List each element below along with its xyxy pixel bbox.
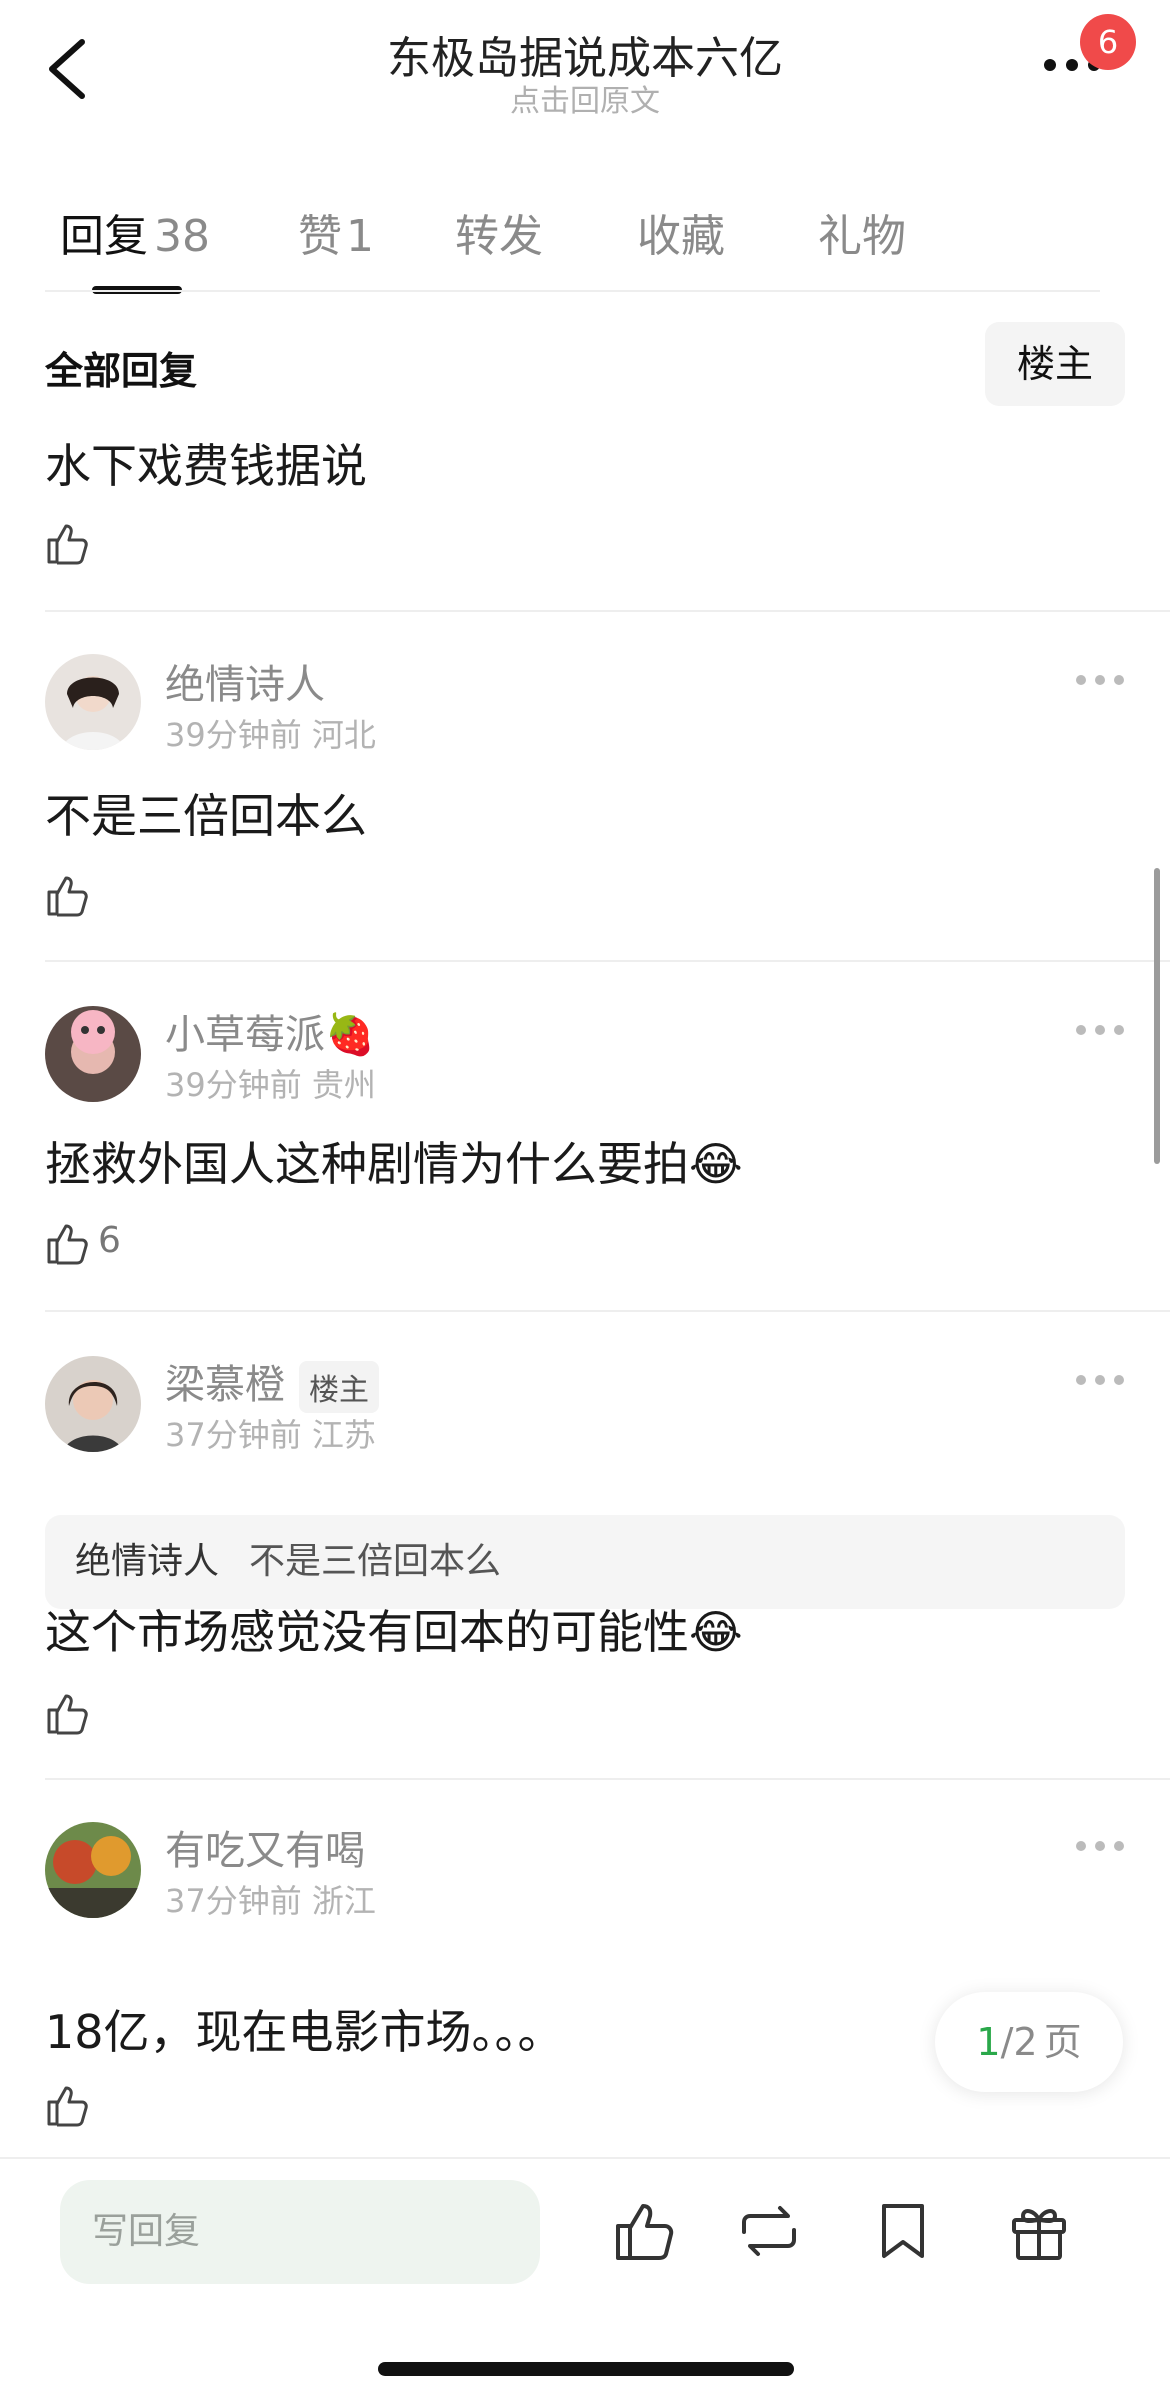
tab-label: 礼物 <box>818 211 906 262</box>
comment-meta: 37分钟前 浙江 <box>165 1876 376 1922</box>
bookmark-icon[interactable] <box>870 2198 936 2264</box>
tab-likes[interactable]: 赞1 <box>298 200 374 264</box>
comment-text: 拯救外国人这种剧情为什么要拍 <box>45 1137 689 1191</box>
username-text: 小草莓派 <box>165 1012 325 1058</box>
tab-favorites[interactable]: 收藏 <box>637 200 725 264</box>
username[interactable]: 小草莓派🍓 <box>165 1002 375 1060</box>
back-to-original-link[interactable]: 点击回原文 <box>0 76 1170 120</box>
comment-content: 拯救外国人这种剧情为什么要拍😂 <box>45 1128 743 1194</box>
avatar[interactable] <box>45 654 141 750</box>
scrollbar[interactable] <box>1154 868 1160 1164</box>
divider <box>45 960 1170 962</box>
like-icon[interactable] <box>45 1690 91 1736</box>
quoted-reply[interactable]: 绝情诗人 不是三倍回本么 <box>45 1515 1125 1609</box>
owner-badge: 楼主 <box>299 1361 379 1413</box>
comment-options-icon[interactable] <box>1075 1024 1125 1036</box>
tab-gifts[interactable]: 礼物 <box>818 200 906 264</box>
comment-options-icon[interactable] <box>1075 1840 1125 1852</box>
page-unit: 页 <box>1043 2020 1082 2064</box>
total-pages: /2 <box>1000 2020 1038 2064</box>
quoted-username: 绝情诗人 <box>75 1541 220 1582</box>
comment-location: 浙江 <box>311 1882 376 1920</box>
comment-content: 18亿，现在电影市场。。。 <box>45 2005 564 2059</box>
current-page: 1 <box>976 2020 1001 2064</box>
tab-label: 转发 <box>455 211 543 262</box>
reply-content: 水下戏费钱据说 <box>45 439 367 493</box>
comment-time: 37分钟前 <box>165 1416 302 1454</box>
divider <box>45 610 1170 612</box>
like-icon[interactable] <box>45 872 91 918</box>
comment-content: 不是三倍回本么 <box>45 789 367 843</box>
like-icon[interactable] <box>45 1220 91 1266</box>
comment-content: 这个市场感觉没有回本的可能性😂 <box>45 1596 743 1662</box>
comment-time: 37分钟前 <box>165 1882 302 1920</box>
comment-location: 江苏 <box>311 1416 376 1454</box>
divider <box>45 1778 1170 1780</box>
tab-reposts[interactable]: 转发 <box>455 200 543 264</box>
comment-location: 河北 <box>311 716 376 754</box>
username[interactable]: 有吃又有喝 <box>165 1818 365 1876</box>
comment-time: 39分钟前 <box>165 716 302 754</box>
repost-icon[interactable] <box>736 2198 802 2264</box>
strawberry-emoji-icon: 🍓 <box>325 1012 375 1058</box>
laughing-emoji-icon: 😂 <box>689 1137 743 1191</box>
owner-filter-button[interactable]: 楼主 <box>985 322 1125 406</box>
comment-text: 这个市场感觉没有回本的可能性 <box>45 1605 689 1659</box>
reply-input[interactable]: 写回复 <box>60 2180 540 2284</box>
username[interactable]: 梁慕橙 楼主 <box>165 1352 379 1413</box>
page-indicator[interactable]: 1/2 页 <box>935 1992 1123 2092</box>
section-title: 全部回复 <box>45 349 198 393</box>
like-icon[interactable] <box>45 2082 91 2128</box>
like-icon[interactable] <box>45 520 91 566</box>
tab-count: 1 <box>346 211 374 262</box>
comment-time: 39分钟前 <box>165 1066 302 1104</box>
comment-meta: 39分钟前 贵州 <box>165 1060 376 1106</box>
username-text: 梁慕橙 <box>165 1362 285 1408</box>
comment-meta: 39分钟前 河北 <box>165 710 376 756</box>
laughing-emoji-icon: 😂 <box>689 1605 743 1659</box>
tab-label: 收藏 <box>637 211 725 262</box>
divider <box>45 290 1100 292</box>
tab-label: 回复 <box>60 211 148 262</box>
comment-options-icon[interactable] <box>1075 674 1125 686</box>
tab-count: 38 <box>154 211 210 262</box>
like-count: 6 <box>98 1220 121 1261</box>
comment-location: 贵州 <box>311 1066 376 1104</box>
tab-replies[interactable]: 回复 38 <box>60 200 210 264</box>
username[interactable]: 绝情诗人 <box>165 652 325 710</box>
divider <box>45 1310 1170 1312</box>
gift-icon[interactable] <box>1006 2198 1072 2264</box>
avatar[interactable] <box>45 1356 141 1452</box>
notification-badge: 6 <box>1080 14 1136 70</box>
like-icon[interactable] <box>612 2198 678 2264</box>
home-indicator[interactable] <box>378 2362 794 2376</box>
avatar[interactable] <box>45 1006 141 1102</box>
comment-meta: 37分钟前 江苏 <box>165 1410 376 1456</box>
tab-label: 赞 <box>298 211 342 262</box>
quoted-text: 不是三倍回本么 <box>249 1541 502 1582</box>
avatar[interactable] <box>45 1822 141 1918</box>
comment-options-icon[interactable] <box>1075 1374 1125 1386</box>
